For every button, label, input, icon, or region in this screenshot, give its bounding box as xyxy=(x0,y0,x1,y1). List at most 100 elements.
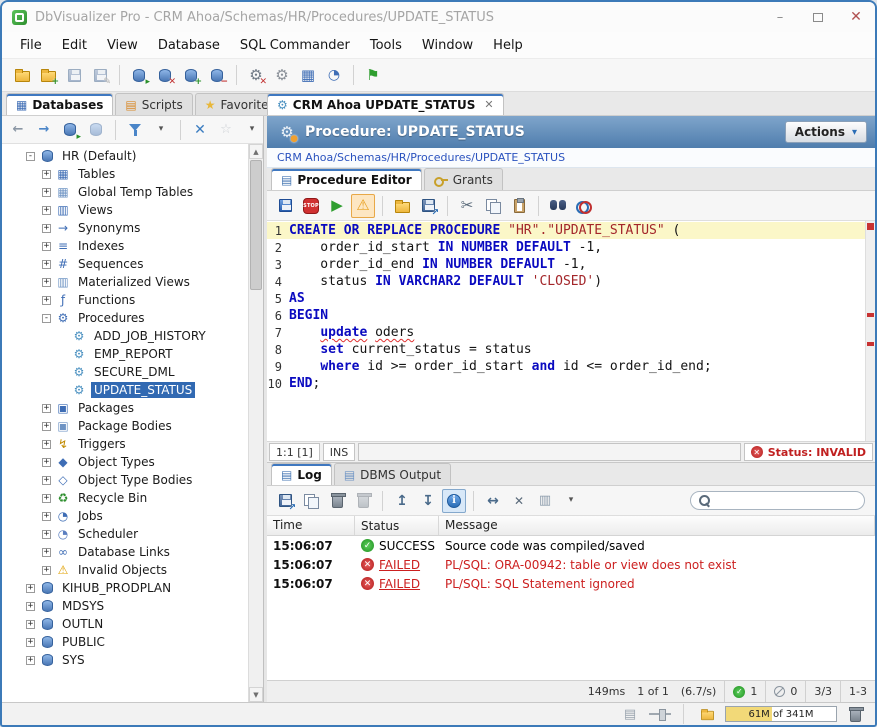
garbage-collect-button[interactable] xyxy=(843,702,867,726)
paste-icon[interactable] xyxy=(507,194,531,218)
tree-item-secure-dml[interactable]: ⚙SECURE_DML xyxy=(2,363,248,381)
tree-item-mdsys[interactable]: +MDSYS xyxy=(2,597,248,615)
tab-procedure-editor[interactable]: ▤Procedure Editor xyxy=(271,168,422,190)
scrollbar-thumb[interactable] xyxy=(250,160,262,290)
expand-toggle-icon[interactable]: + xyxy=(26,620,35,629)
tree-item-indexes[interactable]: +≡Indexes xyxy=(2,237,248,255)
grid-options-caret-icon[interactable]: ▾ xyxy=(559,489,583,513)
tree-item-object-type-bodies[interactable]: +◇Object Type Bodies xyxy=(2,471,248,489)
actions-button[interactable]: Actions ▾ xyxy=(785,121,867,143)
scrollbar-track[interactable] xyxy=(249,291,263,687)
column-header-status[interactable]: Status xyxy=(355,516,439,535)
code-line-6[interactable]: 6BEGIN xyxy=(267,307,865,324)
code-line-3[interactable]: 3 order_id_end IN NUMBER DEFAULT -1, xyxy=(267,256,865,273)
filter-icon[interactable] xyxy=(123,118,147,142)
tree-item-hr-default[interactable]: -HR (Default) xyxy=(2,147,248,165)
auto-scroll-icon[interactable] xyxy=(442,489,466,513)
tree-item-update-status[interactable]: ⚙UPDATE_STATUS xyxy=(2,381,248,399)
tree-item-sys[interactable]: +SYS xyxy=(2,651,248,669)
compare-icon[interactable] xyxy=(572,194,596,218)
tree-item-database-links[interactable]: +∞Database Links xyxy=(2,543,248,561)
tree-item-invalid-objects[interactable]: +⚠Invalid Objects xyxy=(2,561,248,579)
cut-icon[interactable]: ✂ xyxy=(455,194,479,218)
connect-icon[interactable]: ▸ xyxy=(127,63,151,87)
expand-toggle-icon[interactable]: + xyxy=(42,242,51,251)
expand-toggle-icon[interactable]: - xyxy=(42,314,51,323)
code-line-4[interactable]: 4 status IN VARCHAR2 DEFAULT 'CLOSED') xyxy=(267,273,865,290)
minimize-button[interactable]: – xyxy=(761,2,799,32)
scroll-down-arrow[interactable]: ▼ xyxy=(249,687,263,702)
code-lines[interactable]: 1CREATE OR REPLACE PROCEDURE "HR"."UPDAT… xyxy=(267,221,865,441)
expand-toggle-icon[interactable]: + xyxy=(42,512,51,521)
expand-toggle-icon[interactable]: - xyxy=(26,152,35,161)
expand-toggle-icon[interactable]: + xyxy=(42,404,51,413)
tree-item-object-types[interactable]: +◆Object Types xyxy=(2,453,248,471)
code-line-5[interactable]: 5AS xyxy=(267,290,865,307)
menu-sql-commander[interactable]: SQL Commander xyxy=(230,34,360,57)
tree-item-functions[interactable]: +ƒFunctions xyxy=(2,291,248,309)
fit-columns-icon[interactable]: ↔ xyxy=(481,489,505,513)
log-row[interactable]: 15:06:07✓SUCCESSSource code was compiled… xyxy=(267,536,875,555)
expand-toggle-icon[interactable]: + xyxy=(42,566,51,575)
error-marker[interactable] xyxy=(867,313,874,317)
zoom-slider[interactable] xyxy=(648,702,672,726)
error-marker[interactable] xyxy=(867,342,874,346)
navigate-forward-icon[interactable]: → xyxy=(32,118,56,142)
tree-item-outln[interactable]: +OUTLN xyxy=(2,615,248,633)
tree-item-packages[interactable]: +▣Packages xyxy=(2,399,248,417)
code-line-8[interactable]: 8 set current_status = status xyxy=(267,341,865,358)
sidebar-tab-scripts[interactable]: ▤Scripts xyxy=(115,93,192,115)
save-icon[interactable] xyxy=(62,63,86,87)
menu-window[interactable]: Window xyxy=(412,34,483,57)
grid-options-icon[interactable]: ▥ xyxy=(533,489,557,513)
open-procedure-icon[interactable] xyxy=(390,194,414,218)
tree-item-global-temp-tables[interactable]: +▦Global Temp Tables xyxy=(2,183,248,201)
search-input[interactable] xyxy=(717,494,856,507)
save-procedure-icon[interactable] xyxy=(273,194,297,218)
sidebar-tab-databases[interactable]: ▦Databases xyxy=(6,93,113,115)
expand-toggle-icon[interactable]: + xyxy=(42,296,51,305)
tree-item-kihub-prodplan[interactable]: +KIHUB_PRODPLAN xyxy=(2,579,248,597)
new-sql-commander-icon[interactable]: ⚑ xyxy=(361,63,385,87)
clear-log-icon[interactable] xyxy=(351,489,375,513)
filter-caret-icon[interactable]: ▾ xyxy=(149,118,173,142)
expand-toggle-icon[interactable]: + xyxy=(42,170,51,179)
code-line-2[interactable]: 2 order_id_start IN NUMBER DEFAULT -1, xyxy=(267,239,865,256)
scroll-to-top-icon[interactable]: ↥ xyxy=(390,489,414,513)
save-as-icon[interactable]: ✎ xyxy=(88,63,112,87)
tab-log[interactable]: ▤Log xyxy=(271,463,332,485)
stop-icon[interactable] xyxy=(299,194,323,218)
scroll-up-arrow[interactable]: ▲ xyxy=(249,144,263,159)
reset-columns-icon[interactable]: ✕ xyxy=(507,489,531,513)
code-editor[interactable]: 1CREATE OR REPLACE PROCEDURE "HR"."UPDAT… xyxy=(267,221,875,441)
column-header-message[interactable]: Message xyxy=(439,516,875,535)
history-icon[interactable]: ◔ xyxy=(322,63,346,87)
tree-item-scheduler[interactable]: +◔Scheduler xyxy=(2,525,248,543)
expand-toggle-icon[interactable]: + xyxy=(26,656,35,665)
code-line-10[interactable]: 10END; xyxy=(267,375,865,392)
tree-item-materialized-views[interactable]: +▥Materialized Views xyxy=(2,273,248,291)
expand-toggle-icon[interactable]: + xyxy=(42,458,51,467)
expand-toggle-icon[interactable]: + xyxy=(42,422,51,431)
menu-file[interactable]: File xyxy=(10,34,52,57)
log-row[interactable]: 15:06:07✕FAILEDPL/SQL: ORA-00942: table … xyxy=(267,555,875,574)
favorites-options-icon[interactable]: ☆ xyxy=(214,118,238,142)
code-line-1[interactable]: 1CREATE OR REPLACE PROCEDURE "HR"."UPDAT… xyxy=(267,222,865,239)
expand-toggle-icon[interactable]: + xyxy=(42,278,51,287)
tab-close-icon[interactable]: ✕ xyxy=(484,98,493,111)
expand-toggle-icon[interactable]: + xyxy=(42,206,51,215)
expand-toggle-icon[interactable]: + xyxy=(42,188,51,197)
expand-toggle-icon[interactable]: + xyxy=(42,494,51,503)
rows-indicator-icon[interactable]: ▤ xyxy=(618,702,642,726)
expand-toggle-icon[interactable]: + xyxy=(42,476,51,485)
tab-crm-ahoa-update-status[interactable]: ⚙ CRM Ahoa UPDATE_STATUS ✕ xyxy=(267,93,504,115)
tree-item-triggers[interactable]: +↯Triggers xyxy=(2,435,248,453)
export-log-icon[interactable]: ↗ xyxy=(273,489,297,513)
log-search-box[interactable] xyxy=(690,491,865,510)
open-file-icon[interactable]: + xyxy=(36,63,60,87)
log-row[interactable]: 15:06:07✕FAILEDPL/SQL: SQL Statement ign… xyxy=(267,574,875,593)
remove-connection-icon[interactable]: − xyxy=(205,63,229,87)
menu-tools[interactable]: Tools xyxy=(360,34,412,57)
tree-item-procedures[interactable]: -⚙Procedures xyxy=(2,309,248,327)
disconnect-node-icon[interactable]: ✕ xyxy=(188,118,212,142)
